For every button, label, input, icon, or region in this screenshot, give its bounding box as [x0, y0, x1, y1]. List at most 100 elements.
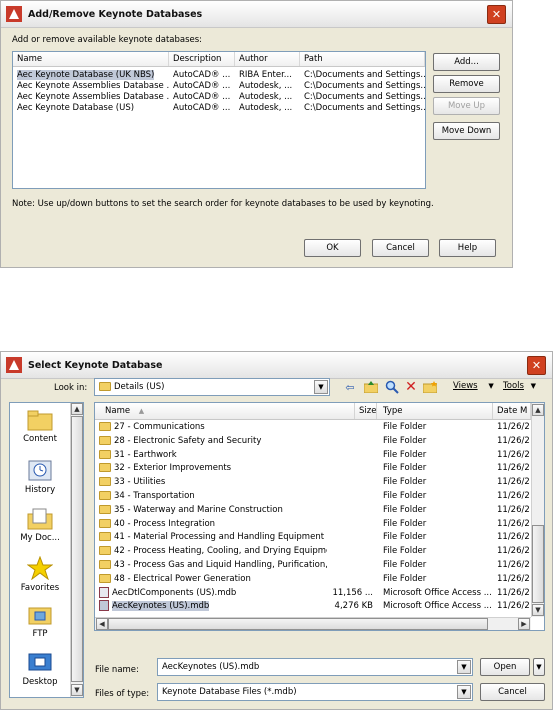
file-row[interactable]: 27 - Communications File Folder 11/26/2	[95, 421, 531, 433]
keynote-database-list[interactable]: Name Description Author Path Aec Keynote…	[12, 51, 426, 189]
folder-icon	[99, 573, 111, 583]
views-menu[interactable]: Views ▼	[453, 381, 494, 391]
file-name-cell: 48 - Electrical Power Generation	[99, 573, 327, 585]
place-content[interactable]: Content	[10, 409, 70, 444]
chevron-down-icon[interactable]: ▼	[314, 380, 328, 394]
file-date-cell: 11/26/2	[497, 560, 530, 570]
cell-text: Aec Keynote Database (US)	[17, 103, 135, 113]
open-button[interactable]: Open	[480, 658, 530, 676]
column-header-date[interactable]: Date M	[493, 403, 531, 419]
file-row[interactable]: AecDtlComponents (US).mdb 11,156 ... Micro…	[95, 586, 531, 599]
file-name-cell: 40 - Process Integration	[99, 518, 327, 530]
file-row[interactable]: 33 - Utilities File Folder 11/26/2	[95, 476, 531, 488]
file-date-cell: 11/26/2	[497, 601, 530, 612]
file-type-combo[interactable]: Keynote Database Files (*.mdb) ▼	[157, 683, 473, 701]
file-type-cell: File Folder	[383, 518, 427, 529]
open-options-button[interactable]: ▼	[533, 658, 545, 676]
folder-icon	[99, 382, 111, 391]
file-name-text: 35 - Waterway and Marine Construction	[114, 504, 283, 515]
cell-name: Aec Keynote Assemblies Database ...	[13, 81, 169, 92]
move-down-button[interactable]: Move Down	[433, 122, 500, 140]
column-header-size[interactable]: Size	[355, 403, 377, 419]
folder-icon	[99, 560, 111, 569]
list-item[interactable]: Aec Keynote Database (UK NBS) AutoCAD® ..…	[13, 70, 425, 81]
places-scroll-thumb[interactable]	[71, 416, 83, 682]
scroll-down-icon[interactable]: ▼	[532, 604, 544, 616]
cell-path: C:\Documents and Settings...	[300, 103, 425, 114]
file-name-value: AecKeynotes (US).mdb	[162, 662, 260, 672]
file-list[interactable]: Name ▲ Size Type Date M 27 - Communicati…	[94, 402, 545, 631]
file-row[interactable]: 42 - Process Heating, Cooling, and Dryin…	[95, 545, 531, 557]
list-item[interactable]: Aec Keynote Assemblies Database ... AutoC…	[13, 92, 425, 103]
file-list-scroll-thumb[interactable]	[532, 525, 544, 603]
look-in-combo[interactable]: Details (US) ▼	[94, 378, 330, 396]
move-up-button[interactable]: Move Up	[433, 97, 500, 115]
file-name-text: AecKeynotes (US).mdb	[112, 601, 210, 612]
place-desktop[interactable]: Desktop	[10, 652, 70, 687]
file-date-cell: 11/26/2	[497, 422, 530, 432]
cell-text: AutoCAD® ...	[173, 81, 231, 91]
cancel-button[interactable]: Cancel	[480, 683, 545, 701]
column-header-path[interactable]: Path	[300, 52, 425, 66]
help-button[interactable]: Help	[439, 239, 496, 257]
scroll-up-icon[interactable]: ▲	[532, 404, 544, 416]
place-favorites[interactable]: Favorites	[10, 556, 70, 593]
file-row[interactable]: 28 - Electronic Safety and Security File …	[95, 435, 531, 447]
file-row[interactable]: AecKeynotes (US).mdb 4,276 KB Microsoft Of…	[95, 600, 531, 612]
cell-description: AutoCAD® ...	[169, 103, 235, 114]
list-item[interactable]: Aec Keynote Database (US) AutoCAD® ... Aut…	[13, 103, 425, 114]
file-row[interactable]: 34 - Transportation File Folder 11/26/2	[95, 490, 531, 502]
search-web-icon[interactable]	[385, 380, 399, 394]
file-type-cell: File Folder	[383, 491, 427, 501]
file-row[interactable]: 32 - Exterior Improvements File Folder 11/…	[95, 462, 531, 474]
file-list-hscrollbar[interactable]: ◀ ▶	[95, 617, 531, 630]
file-row[interactable]: 43 - Process Gas and Liquid Handling, Pu…	[95, 559, 531, 571]
scroll-up-icon[interactable]: ▲	[71, 403, 83, 415]
scroll-right-icon[interactable]: ▶	[518, 618, 530, 630]
file-size-cell: 11,156 ...	[332, 587, 373, 598]
add-button[interactable]: Add...	[433, 53, 500, 71]
ok-button[interactable]: OK	[304, 239, 361, 257]
column-header-name[interactable]: Name ▲	[95, 403, 355, 419]
cell-text: AutoCAD® ...	[173, 70, 231, 80]
chevron-down-icon[interactable]: ▼	[457, 685, 471, 699]
file-row[interactable]: 35 - Waterway and Marine Construction Fil…	[95, 504, 531, 516]
file-row[interactable]: 48 - Electrical Power Generation File Fol…	[95, 573, 531, 585]
file-name-combo[interactable]: AecKeynotes (US).mdb ▼	[157, 658, 473, 676]
list-item[interactable]: Aec Keynote Assemblies Database ... AutoC…	[13, 81, 425, 92]
file-row[interactable]: 41 - Material Processing and Handling Eq…	[95, 531, 531, 543]
column-header-type[interactable]: Type	[377, 403, 493, 419]
cancel-button[interactable]: Cancel	[372, 239, 429, 257]
new-folder-icon[interactable]	[423, 380, 437, 394]
column-header-name[interactable]: Name	[13, 52, 169, 66]
folder-icon	[99, 532, 111, 542]
place-history[interactable]: History	[10, 458, 70, 495]
scroll-left-icon[interactable]: ◀	[96, 618, 108, 630]
place-my-documents[interactable]: My Doc...	[10, 508, 70, 543]
file-row[interactable]: 31 - Earthwork File Folder 11/26/2	[95, 449, 531, 461]
tools-label: Tools	[503, 381, 524, 391]
column-header-description[interactable]: Description	[169, 52, 235, 66]
file-row[interactable]: 40 - Process Integration File Folder 11/26…	[95, 518, 531, 530]
cell-name: Aec Keynote Database (US)	[13, 103, 169, 114]
cell-text: Autodesk, ...	[239, 92, 293, 102]
scroll-down-icon[interactable]: ▼	[71, 684, 83, 696]
column-header-author[interactable]: Author	[235, 52, 300, 66]
place-ftp[interactable]: FTP	[10, 604, 70, 639]
places-scrollbar[interactable]: ▲ ▼	[70, 403, 83, 697]
back-arrow-icon[interactable]: ⇦	[343, 380, 357, 394]
autocad-app-icon	[6, 357, 22, 373]
file-list-vscrollbar[interactable]: ▲ ▼	[531, 403, 544, 617]
cell-text: C:\Documents and Settings...	[304, 92, 425, 102]
cell-text: RIBA Enter...	[239, 70, 292, 80]
close-icon[interactable]: ✕	[487, 5, 506, 24]
up-folder-icon[interactable]	[364, 380, 378, 394]
chevron-down-icon[interactable]: ▼	[457, 660, 471, 674]
cell-author: Autodesk, ...	[235, 81, 300, 92]
remove-button[interactable]: Remove	[433, 75, 500, 93]
tools-menu[interactable]: Tools ▼	[503, 381, 536, 391]
delete-icon[interactable]: ✕	[404, 379, 418, 395]
close-icon[interactable]: ✕	[527, 356, 546, 375]
file-list-hscroll-thumb[interactable]	[108, 618, 488, 630]
file-name-text: 42 - Process Heating, Cooling, and Dryin…	[114, 546, 327, 557]
